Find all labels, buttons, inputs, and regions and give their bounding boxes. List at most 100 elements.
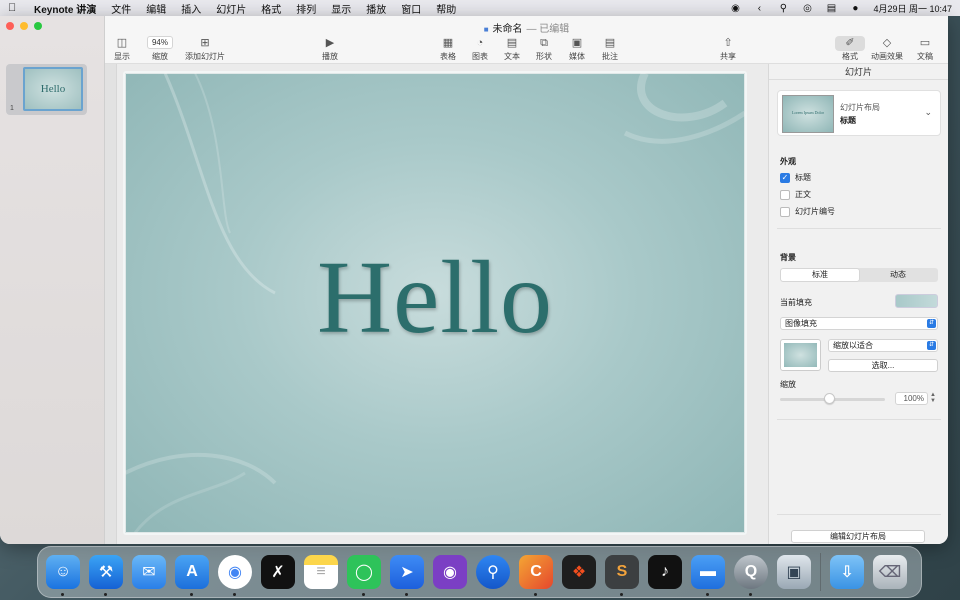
control-center-icon[interactable]: ▤ <box>825 3 837 14</box>
format-label: 格式 <box>842 52 858 61</box>
view-button[interactable]: ◫ 显示 <box>102 36 142 62</box>
slide-number-checkbox[interactable] <box>780 206 790 217</box>
close-window-button[interactable] <box>6 22 14 30</box>
view-label: 显示 <box>114 52 130 61</box>
menu-app[interactable]: Keynote 讲演 <box>34 1 96 16</box>
dock-figma-icon[interactable]: ❖ <box>562 555 596 589</box>
dock-preview-icon[interactable]: ▣ <box>777 555 811 589</box>
document-icon: ■ <box>483 25 489 34</box>
slide-title-text[interactable]: Hello <box>125 238 745 357</box>
dock-capcut-icon[interactable]: ✗ <box>261 555 295 589</box>
dock-simulator-icon[interactable]: A <box>175 555 209 596</box>
background-mode-segmented[interactable]: 标准 动态 <box>780 268 938 282</box>
menu-file[interactable]: 文件 <box>111 1 131 16</box>
tab-dynamic[interactable]: 动态 <box>859 269 937 281</box>
chevron-left-icon[interactable]: ‹ <box>753 3 765 14</box>
menu-insert[interactable]: 插入 <box>181 1 201 16</box>
dock-downloads-icon[interactable]: ⇩ <box>830 555 864 589</box>
choose-image-button[interactable]: 选取... <box>828 359 938 372</box>
record-icon[interactable]: ◉ <box>729 3 741 14</box>
add-slide-button[interactable]: ⊞ 添加幻灯片 <box>185 36 225 62</box>
dock-sublime-text-icon[interactable]: S <box>605 555 639 596</box>
play-button[interactable]: ▶ 播放 <box>310 36 350 62</box>
tab-standard[interactable]: 标准 <box>781 269 859 281</box>
slide-number-checkbox-row[interactable]: 幻灯片编号 <box>780 206 835 217</box>
running-indicator <box>190 593 193 596</box>
inspector-title: 幻灯片 <box>769 64 948 80</box>
chart-label: 图表 <box>472 52 488 61</box>
clock[interactable]: 4月29日 周一 10:47 <box>873 2 952 15</box>
format-inspector: 幻灯片 Lorem Ipsum Dolor 幻灯片布局 标题 ⌄ 外观 ✓ 标题… <box>768 64 948 544</box>
canvas-edge <box>105 64 117 544</box>
dock: ☺ ⚒ ✉ A ◉ ✗ ≡ ◯ ➤ ◉ ⚲ C ❖ S ♪ ▬ Q ▣ ⇩ ⌫ <box>37 546 922 598</box>
media-label: 媒体 <box>569 52 585 61</box>
title-checkbox[interactable]: ✓ <box>780 172 790 183</box>
layout-label: 幻灯片布局 <box>840 103 880 112</box>
scale-mode-popup[interactable]: 缩放以适合 ⇵ <box>828 339 938 352</box>
menu-view[interactable]: 显示 <box>331 1 351 16</box>
share-icon: ⇧ <box>723 37 733 49</box>
dock-pin-icon[interactable]: ⚲ <box>476 555 510 589</box>
slide-thumbnail-row[interactable]: 1 Hello <box>6 64 87 115</box>
image-fill-preview <box>784 343 817 367</box>
menu-arrange[interactable]: 排列 <box>296 1 316 16</box>
menu-format[interactable]: 格式 <box>261 1 281 16</box>
dock-clion-icon[interactable]: C <box>519 555 553 596</box>
keynote-window: 1 Hello ■ 未命名 — 已编辑 ◫ 显示 94% 缩放 ⊞ 添加幻灯片 ▶ … <box>0 16 948 544</box>
dock-keynote-icon[interactable]: ▬ <box>691 555 725 596</box>
dock-chrome-icon[interactable]: ◉ <box>218 555 252 596</box>
dock-finder-icon[interactable]: ☺ <box>46 555 80 596</box>
title-checkbox-row[interactable]: ✓ 标题 <box>780 172 811 183</box>
vpn-icon[interactable]: ◎ <box>801 3 813 14</box>
comment-button[interactable]: ▤ 批注 <box>590 36 630 62</box>
menu-slide[interactable]: 幻灯片 <box>216 1 246 16</box>
fill-color-swatch[interactable] <box>895 294 938 308</box>
running-indicator <box>620 593 623 596</box>
chevron-down-icon[interactable]: ⌄ <box>924 107 932 118</box>
body-checkbox-label: 正文 <box>795 190 811 199</box>
animate-label: 动画效果 <box>871 52 903 61</box>
scale-stepper[interactable]: ▲ ▼ <box>930 392 936 404</box>
dock-tiktok-icon[interactable]: ♪ <box>648 555 682 589</box>
dock-mail-icon[interactable]: ✉ <box>132 555 166 589</box>
body-checkbox[interactable] <box>780 189 790 200</box>
zoom-value[interactable]: 94% <box>146 36 173 49</box>
dock-trash-icon[interactable]: ⌫ <box>873 555 907 589</box>
slide-thumbnail[interactable]: Hello <box>23 67 83 111</box>
zoom-window-button[interactable] <box>34 22 42 30</box>
document-button[interactable]: ▭ 文稿 <box>905 36 945 62</box>
zoom-button[interactable]: 94% 缩放 <box>140 36 180 62</box>
scale-input[interactable]: 100% <box>895 392 928 405</box>
dock-wechat-icon[interactable]: ◯ <box>347 555 381 596</box>
dock-quicktime-icon[interactable]: Q <box>734 555 768 596</box>
scale-slider-knob[interactable] <box>824 393 835 404</box>
add-slide-label: 添加幻灯片 <box>185 52 225 61</box>
fill-type-popup[interactable]: 图像填充 ⇵ <box>780 317 938 330</box>
animate-button[interactable]: ◇ 动画效果 <box>867 36 907 62</box>
menu-window[interactable]: 窗口 <box>401 1 421 16</box>
body-checkbox-row[interactable]: 正文 <box>780 189 811 200</box>
edit-slide-layout-button[interactable]: 编辑幻灯片布局 <box>791 530 925 543</box>
siri-icon[interactable]: ● <box>849 3 861 14</box>
menu-help[interactable]: 帮助 <box>436 1 456 16</box>
slide-canvas[interactable]: Hello <box>123 71 747 535</box>
image-fill-well[interactable] <box>780 339 821 371</box>
dock-feishu-icon[interactable]: ➤ <box>390 555 424 596</box>
dock-xcode-icon[interactable]: ⚒ <box>89 555 123 596</box>
apple-menu-icon[interactable]:  <box>8 2 22 14</box>
dock-github-desktop-icon[interactable]: ◉ <box>433 555 467 589</box>
running-indicator <box>104 593 107 596</box>
play-label: 播放 <box>322 52 338 61</box>
dock-notes-icon[interactable]: ≡ <box>304 555 338 589</box>
minimize-window-button[interactable] <box>20 22 28 30</box>
format-button[interactable]: ✐ 格式 <box>830 36 870 62</box>
shape-icon: ⧉ <box>540 37 548 49</box>
document-title[interactable]: 未命名 <box>493 24 523 35</box>
menu-edit[interactable]: 编辑 <box>146 1 166 16</box>
slide-layout-picker[interactable]: Lorem Ipsum Dolor 幻灯片布局 标题 ⌄ <box>777 90 941 136</box>
search-icon[interactable]: ⚲ <box>777 3 789 14</box>
zoom-label: 缩放 <box>152 52 168 61</box>
menu-play[interactable]: 播放 <box>366 1 386 16</box>
share-button[interactable]: ⇧ 共享 <box>708 36 748 62</box>
animate-icon: ◇ <box>882 37 892 49</box>
